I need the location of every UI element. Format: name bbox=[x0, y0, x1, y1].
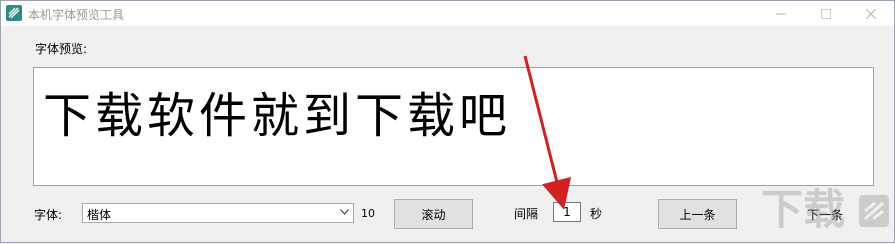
minimize-button[interactable] bbox=[758, 1, 803, 26]
font-dropdown-value: 楷体 bbox=[87, 208, 112, 222]
minimize-icon bbox=[775, 13, 786, 14]
previous-button[interactable]: 上一条 bbox=[658, 199, 737, 229]
chevron-down-icon bbox=[340, 209, 349, 215]
maximize-icon bbox=[820, 8, 831, 19]
font-preview-area: 下载软件就到下载吧 bbox=[33, 67, 874, 186]
preview-sample-text: 下载软件就到下载吧 bbox=[43, 88, 512, 144]
app-window: 本机字体预览工具 字体预览: 下载软件就到下载吧 字体: 楷体 10 滚动 间隔… bbox=[0, 0, 895, 243]
interval-input[interactable] bbox=[553, 202, 581, 222]
font-dropdown[interactable]: 楷体 bbox=[82, 203, 354, 223]
preview-label: 字体预览: bbox=[35, 42, 88, 56]
watermark-logo-icon bbox=[859, 195, 889, 227]
window-title: 本机字体预览工具 bbox=[28, 8, 125, 22]
interval-label: 间隔 bbox=[514, 207, 539, 221]
close-icon bbox=[865, 8, 876, 19]
app-icon bbox=[6, 5, 22, 21]
maximize-button[interactable] bbox=[803, 1, 848, 26]
watermark: 下载 bbox=[761, 189, 895, 244]
close-button[interactable] bbox=[848, 1, 893, 26]
scroll-button[interactable]: 滚动 bbox=[394, 199, 473, 229]
font-size-value: 10 bbox=[361, 207, 375, 220]
watermark-text: 下载 bbox=[761, 185, 846, 234]
title-bar[interactable]: 本机字体预览工具 bbox=[1, 1, 894, 26]
seconds-label: 秒 bbox=[590, 207, 603, 221]
font-label: 字体: bbox=[34, 208, 63, 222]
